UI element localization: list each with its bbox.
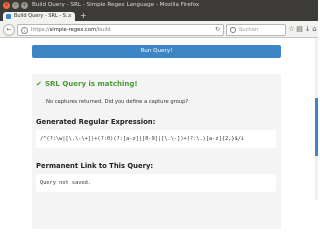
tab-build-query[interactable]: Build Query - SRL - S... × — [3, 12, 75, 21]
site-info-icon[interactable]: i — [21, 27, 28, 34]
permalink-box[interactable]: Query not saved. — [36, 174, 276, 192]
download-icon[interactable]: ↓ — [304, 25, 311, 33]
url-prefix: https:// — [31, 27, 50, 33]
captures-message: No captures returned. Did you define a c… — [46, 99, 189, 105]
window-close-button[interactable]: × — [3, 2, 10, 9]
search-icon — [230, 27, 236, 33]
regex-output-box[interactable]: /^(?:\w|[\.\-\+])+(?:0)(?:[a-z]|[0-9]|[\… — [36, 130, 276, 148]
window-minimize-button[interactable]: – — [12, 2, 19, 9]
navigation-toolbar: ← i https://simple-regex.com/build ↻ Suc… — [0, 21, 318, 38]
scrollbar-thumb[interactable] — [315, 98, 318, 156]
tab-label: Build Query - SRL - S... — [14, 13, 71, 19]
home-icon[interactable]: ⌂ — [311, 25, 318, 33]
check-icon: ✔ — [36, 80, 42, 88]
new-tab-button[interactable]: + — [80, 11, 87, 21]
window-titlebar: × – + Build Query - SRL - Simple Regex L… — [0, 0, 318, 11]
url-bar[interactable]: i https://simple-regex.com/build ↻ — [17, 24, 224, 36]
star-icon[interactable]: ☆ — [288, 25, 295, 33]
tab-bar: Build Query - SRL - S... × + — [0, 11, 318, 21]
permalink-output[interactable]: Query not saved. — [40, 174, 91, 192]
url-text[interactable]: https://simple-regex.com/build — [31, 25, 111, 35]
result-panel: ✔ SRL Query is matching! No captures ret… — [32, 74, 281, 229]
window-maximize-button[interactable]: + — [21, 2, 28, 9]
url-path: /build — [96, 27, 111, 33]
permalink-heading: Permanent Link to This Query: — [36, 162, 154, 170]
window-title: Build Query - SRL - Simple Regex Languag… — [32, 2, 200, 8]
favicon-icon — [6, 14, 11, 19]
url-host: simple-regex.com — [49, 27, 97, 33]
regex-output[interactable]: /^(?:\w|[\.\-\+])+(?:0)(?:[a-z]|[0-9]|[\… — [40, 130, 244, 148]
success-text: SRL Query is matching! — [45, 80, 138, 88]
search-input[interactable]: Suchen — [239, 25, 258, 35]
page-content: Run Query! ✔ SRL Query is matching! No c… — [0, 38, 318, 229]
search-bar[interactable]: Suchen — [226, 24, 286, 36]
regex-heading: Generated Regular Expression: — [36, 118, 156, 126]
run-query-button[interactable]: Run Query! — [32, 45, 281, 58]
back-button[interactable]: ← — [3, 24, 15, 36]
reload-icon[interactable]: ↻ — [215, 25, 220, 35]
clipboard-icon[interactable]: ▤ — [296, 25, 303, 33]
tab-close-icon[interactable]: × — [68, 12, 72, 21]
